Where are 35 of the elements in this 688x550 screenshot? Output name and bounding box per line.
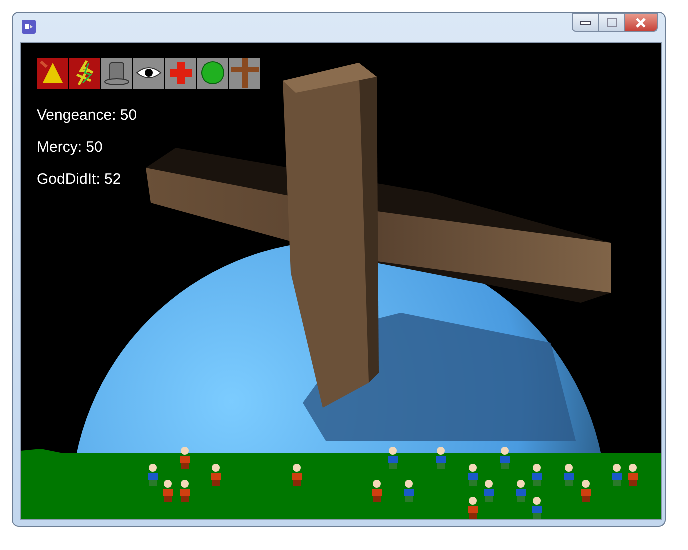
villager-figure — [148, 464, 158, 486]
bush-icon[interactable] — [197, 58, 228, 89]
villager-figure — [372, 480, 382, 502]
villager-figure — [532, 496, 542, 519]
villager-figure — [516, 480, 526, 502]
villager-figure — [532, 464, 542, 486]
bell-icon[interactable] — [37, 58, 68, 89]
lightning-icon[interactable] — [69, 58, 100, 89]
villager-figure — [581, 480, 591, 502]
villager-figure — [163, 480, 173, 502]
villager-figure — [484, 480, 494, 502]
close-icon — [635, 18, 647, 28]
app-icon — [22, 20, 36, 34]
villager-figure — [211, 464, 221, 486]
villager-figure — [404, 480, 414, 502]
stat-label: GodDidIt: 52 — [37, 170, 122, 189]
maximize-icon — [606, 18, 616, 27]
minimize-button[interactable] — [572, 13, 599, 32]
top-hat-icon[interactable] — [101, 58, 132, 89]
villager-figure — [628, 464, 638, 486]
villager-figure — [468, 496, 478, 519]
minimize-icon — [580, 20, 591, 24]
villager-figure — [436, 446, 446, 469]
villager-figure — [500, 446, 510, 469]
stat-label: Vengeance: 50 — [37, 106, 138, 125]
close-button[interactable] — [625, 13, 658, 32]
villager-figure — [612, 464, 622, 486]
villager-figure — [564, 464, 574, 486]
eye-icon[interactable] — [133, 58, 164, 89]
villager-figure — [180, 480, 190, 502]
villager-figure — [388, 446, 398, 469]
stat-label: Mercy: 50 — [37, 138, 104, 157]
villager-figure — [292, 464, 302, 486]
villager-figure — [468, 464, 478, 486]
villager-figure — [180, 446, 190, 469]
